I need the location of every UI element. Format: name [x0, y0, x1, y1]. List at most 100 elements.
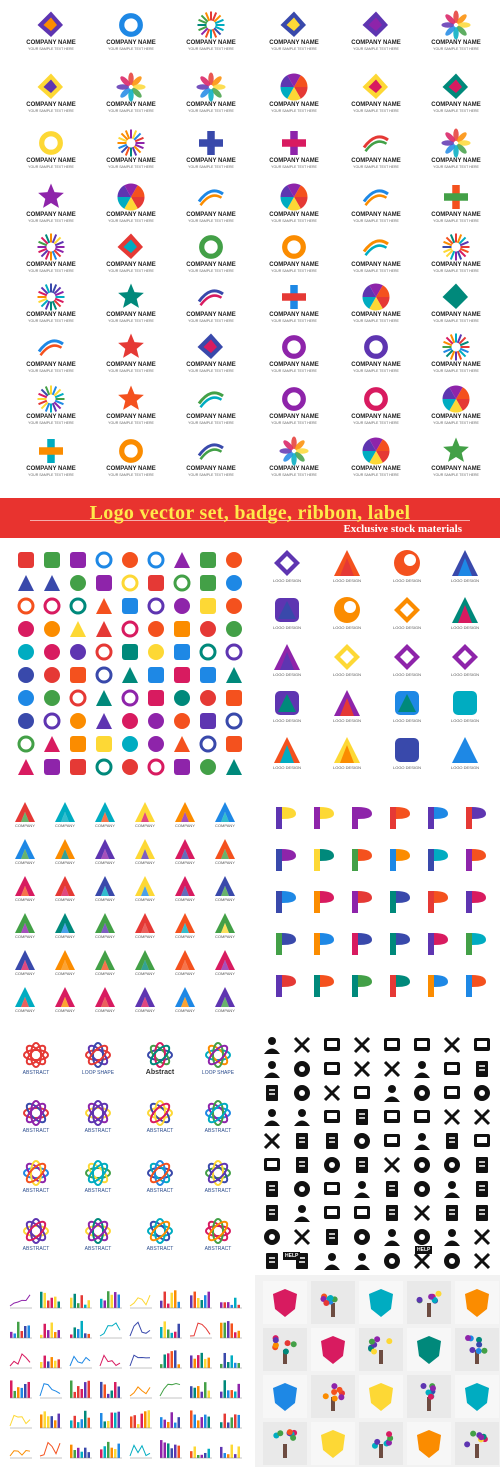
company-tagline: YOUR SAMPLE TEXT HERE — [28, 109, 74, 113]
company-logo-tile: COMPANY — [208, 875, 242, 902]
company-logo-tile: COMPANY — [88, 838, 122, 865]
abstract-logo-label: LOOP SHAPE — [81, 1070, 115, 1076]
logo-design-tile: LOGO DESIGN — [325, 688, 369, 723]
company-logo-label: COMPANY — [55, 897, 75, 902]
company-tagline: YOUR SAMPLE TEXT HERE — [433, 473, 479, 477]
company-tagline: YOUR SAMPLE TEXT HERE — [108, 369, 154, 373]
company-logo-tile: COMPANY — [208, 801, 242, 828]
company-logo-label: COMPANY — [15, 823, 35, 828]
company-logo-icon — [95, 839, 115, 859]
company-logo-label: COMPANY — [135, 934, 155, 939]
logo-mark-icon — [37, 385, 65, 413]
company-logo-label: COMPANY — [215, 971, 235, 976]
logo-design-icon — [274, 737, 300, 763]
company-name: COMPANY NAME — [26, 414, 76, 420]
company-logo-icon — [95, 913, 115, 933]
company-tagline: YOUR SAMPLE TEXT HERE — [188, 269, 234, 273]
logo-tile: COMPANY NAME YOUR SAMPLE TEXT HERE — [335, 436, 417, 488]
company-logo-icon — [175, 839, 195, 859]
company-tagline: YOUR SAMPLE TEXT HERE — [353, 47, 399, 51]
company-tagline: YOUR SAMPLE TEXT HERE — [188, 165, 234, 169]
logo-tile: COMPANY NAME YOUR SAMPLE TEXT HERE — [415, 436, 497, 488]
company-tagline: YOUR SAMPLE TEXT HERE — [271, 269, 317, 273]
abstract-logo-icon — [205, 1160, 231, 1186]
logo-tile: COMPANY NAME YOUR SAMPLE TEXT HERE — [10, 128, 92, 180]
panel-logo-design: LOGO DESIGN LOGO DESIGN LOGO DESIGN LOGO DE… — [255, 540, 500, 780]
company-name: COMPANY NAME — [269, 158, 319, 164]
logo-mark-icon — [117, 183, 145, 211]
logo-design-icon — [275, 598, 299, 622]
logo-design-tile: LOGO DESIGN — [385, 735, 429, 770]
abstract-logo-icon — [23, 1100, 49, 1126]
logo-design-tile: LOGO DESIGN — [325, 642, 369, 677]
company-logo-tile: COMPANY — [48, 949, 82, 976]
company-tagline: YOUR SAMPLE TEXT HERE — [353, 421, 399, 425]
abstract-logo-label: LOOP SHAPE — [201, 1070, 235, 1076]
logo-mark-icon — [362, 135, 389, 153]
company-logo-label: COMPANY — [135, 971, 155, 976]
logo-mark-icon — [39, 131, 63, 155]
abstract-logo-icon — [147, 1042, 173, 1068]
company-name: COMPANY NAME — [431, 362, 481, 368]
colorful-icons-grid — [17, 551, 243, 776]
company-logo-icon — [215, 876, 235, 896]
company-name: COMPANY NAME — [351, 262, 401, 268]
company-logo-tile: COMPANY — [128, 949, 162, 976]
company-logo-icon — [215, 950, 235, 970]
logo-tile: COMPANY NAME YOUR SAMPLE TEXT HERE — [90, 10, 172, 62]
company-logo-icon — [135, 950, 155, 970]
logo-tile: COMPANY NAME YOUR SAMPLE TEXT HERE — [253, 436, 335, 488]
logo-design-label: LOGO DESIGN — [332, 672, 361, 677]
logo-mark-icon — [118, 283, 144, 308]
abstract-logo-icon — [147, 1160, 173, 1186]
company-tagline: YOUR SAMPLE TEXT HERE — [271, 109, 317, 113]
company-name: COMPANY NAME — [106, 102, 156, 108]
logo-design-label: LOGO DESIGN — [450, 625, 479, 630]
company-tagline: YOUR SAMPLE TEXT HERE — [271, 369, 317, 373]
company-logo-label: COMPANY — [55, 1008, 75, 1013]
logo-tile: COMPANY NAME YOUR SAMPLE TEXT HERE — [415, 332, 497, 384]
logo-design-label: LOGO DESIGN — [332, 718, 361, 723]
logo-design-tile: LOGO DESIGN — [265, 595, 309, 630]
logo-tile: COMPANY NAME YOUR SAMPLE TEXT HERE — [253, 282, 335, 334]
logo-mark-icon — [364, 335, 388, 359]
company-logo-tile: COMPANY — [88, 949, 122, 976]
company-name: COMPANY NAME — [26, 102, 76, 108]
abstract-logo-label: ABSTRACT — [84, 1246, 112, 1252]
company-tagline: YOUR SAMPLE TEXT HERE — [433, 369, 479, 373]
logo-design-label: LOGO DESIGN — [272, 672, 301, 677]
logo-mark-icon — [196, 72, 226, 102]
company-name: COMPANY NAME — [351, 362, 401, 368]
abstract-logo-icon — [85, 1100, 111, 1126]
company-logo-icon — [135, 802, 155, 822]
company-logo-label: COMPANY — [95, 934, 115, 939]
abstract-logo-tile: ABSTRACT — [14, 1040, 58, 1076]
company-tagline: YOUR SAMPLE TEXT HERE — [271, 421, 317, 425]
company-name: COMPANY NAME — [351, 102, 401, 108]
logo-design-icon — [275, 691, 299, 715]
abstract-logo-label: ABSTRACT — [22, 1070, 50, 1076]
logo-tile: COMPANY NAME YOUR SAMPLE TEXT HERE — [253, 72, 335, 124]
logo-mark-icon — [199, 131, 223, 155]
company-name: COMPANY NAME — [26, 262, 76, 268]
logo-tile: COMPANY NAME YOUR SAMPLE TEXT HERE — [415, 384, 497, 436]
logo-design-tile: LOGO DESIGN — [325, 548, 369, 583]
logo-mark-icon — [39, 439, 63, 463]
company-name: COMPANY NAME — [431, 158, 481, 164]
logo-design-label: LOGO DESIGN — [332, 765, 361, 770]
logo-design-label: LOGO DESIGN — [450, 765, 479, 770]
company-name: COMPANY NAME — [431, 262, 481, 268]
logo-mark-icon — [362, 239, 389, 257]
logo-mark-icon — [37, 233, 65, 261]
company-logo-label: COMPANY — [95, 971, 115, 976]
company-logo-label: COMPANY — [135, 860, 155, 865]
help-badge: HELP — [415, 1246, 433, 1254]
logo-design-icon — [452, 644, 478, 670]
logo-tile: COMPANY NAME YOUR SAMPLE TEXT HERE — [170, 10, 252, 62]
company-name: COMPANY NAME — [106, 466, 156, 472]
company-tagline: YOUR SAMPLE TEXT HERE — [108, 109, 154, 113]
company-tagline: YOUR SAMPLE TEXT HERE — [353, 109, 399, 113]
logo-mark-icon — [442, 73, 468, 99]
company-logo-icon — [55, 950, 75, 970]
logo-tile: COMPANY NAME YOUR SAMPLE TEXT HERE — [335, 10, 417, 62]
